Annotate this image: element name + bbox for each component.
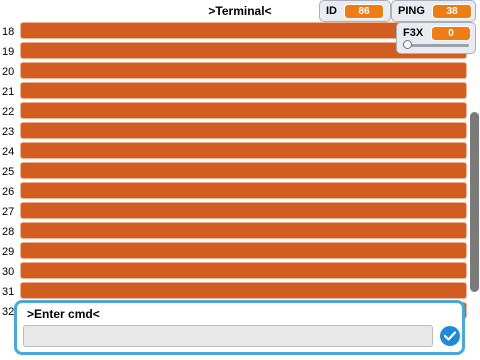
ask-prompt: >Enter cmd< (27, 307, 100, 321)
list-item[interactable] (20, 162, 467, 179)
list-item[interactable] (20, 142, 467, 159)
list-item[interactable] (20, 262, 467, 279)
cmd-input[interactable] (23, 325, 433, 347)
ping-monitor[interactable]: PING 38 (391, 0, 476, 22)
checkmark-icon (444, 331, 456, 341)
row-number: 23 (2, 126, 15, 138)
list-item[interactable] (20, 182, 467, 199)
list-item[interactable] (20, 62, 467, 79)
ping-monitor-label: PING (398, 5, 425, 17)
list-item[interactable] (20, 102, 467, 119)
row-number: 18 (2, 26, 15, 38)
list-item[interactable] (20, 242, 467, 259)
ping-monitor-value: 38 (432, 4, 472, 19)
f3x-monitor-label: F3X (403, 27, 424, 39)
ask-panel: >Enter cmd< (14, 300, 465, 355)
row-numbers: 18 19 20 21 22 23 24 25 26 27 28 29 30 3… (0, 22, 18, 322)
id-monitor-value: 86 (344, 4, 384, 19)
row-number: 29 (2, 246, 15, 258)
row-number: 20 (2, 66, 15, 78)
submit-button[interactable] (440, 326, 460, 346)
row-number: 19 (2, 46, 15, 58)
f3x-monitor-value: 0 (431, 26, 471, 41)
row-number: 30 (2, 266, 15, 278)
list-item[interactable] (20, 282, 467, 299)
id-monitor[interactable]: ID 86 (319, 0, 391, 22)
row-number: 25 (2, 166, 15, 178)
row-number: 22 (2, 106, 15, 118)
list-title: >Terminal< (208, 4, 272, 18)
id-monitor-label: ID (326, 5, 337, 17)
row-number: 31 (2, 286, 15, 298)
list-item[interactable] (20, 202, 467, 219)
list-item[interactable] (20, 122, 467, 139)
row-number: 24 (2, 146, 15, 158)
f3x-slider-knob[interactable] (403, 40, 412, 49)
f3x-monitor[interactable]: F3X 0 (396, 22, 476, 54)
list-items (20, 22, 467, 322)
list-item[interactable] (20, 82, 467, 99)
row-number: 27 (2, 206, 15, 218)
list-scrollbar[interactable] (470, 22, 480, 322)
scrollbar-thumb[interactable] (470, 112, 479, 292)
row-number: 21 (2, 86, 15, 98)
list-item[interactable] (20, 222, 467, 239)
row-number: 26 (2, 186, 15, 198)
row-number: 28 (2, 226, 15, 238)
f3x-slider[interactable] (403, 44, 469, 47)
